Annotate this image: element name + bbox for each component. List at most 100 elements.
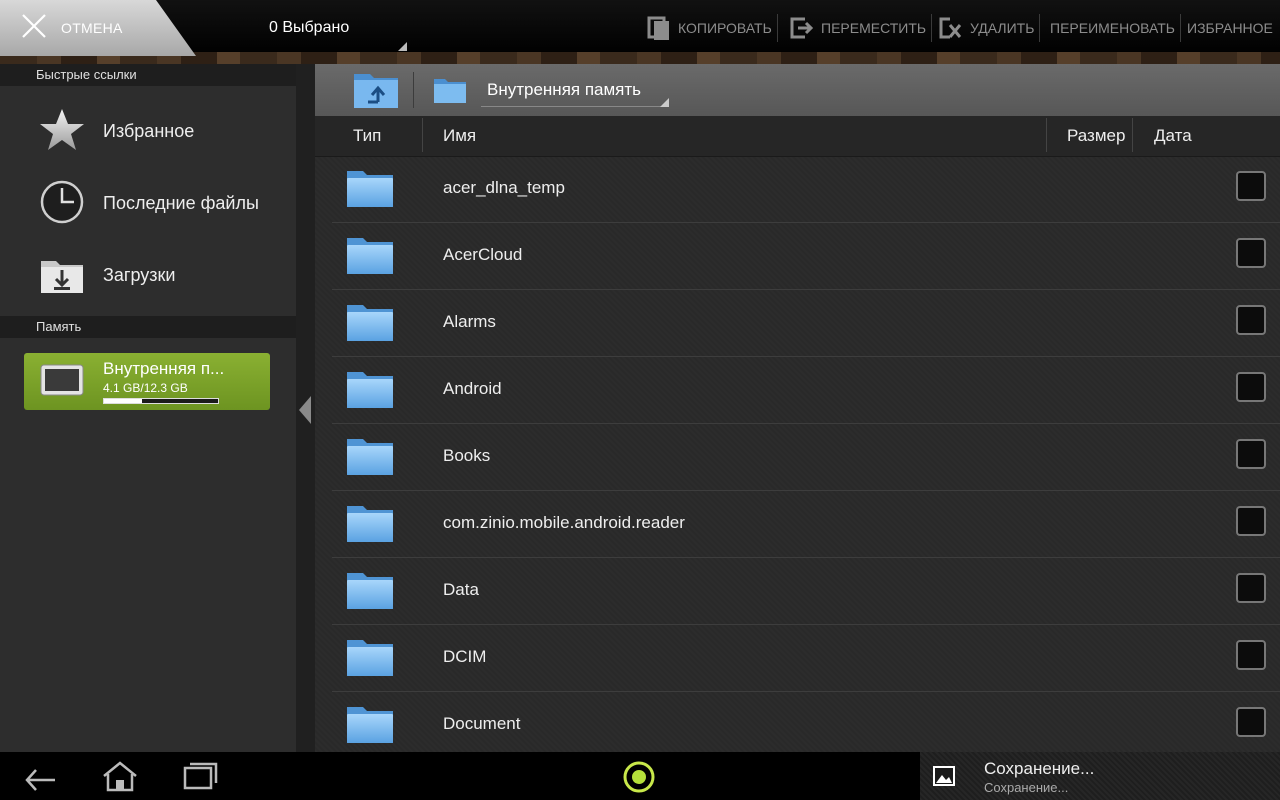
select-checkbox[interactable] <box>1236 305 1266 335</box>
sidebar-item-label: Загрузки <box>103 265 176 285</box>
select-checkbox[interactable] <box>1236 171 1266 201</box>
separator <box>422 118 423 152</box>
recent-apps-icon[interactable] <box>182 760 220 792</box>
table-row[interactable]: Books <box>332 424 1280 491</box>
back-icon[interactable] <box>22 760 58 792</box>
table-row[interactable]: Android <box>332 357 1280 424</box>
select-checkbox[interactable] <box>1236 372 1266 402</box>
file-name: Document <box>443 714 521 733</box>
delete-label: УДАЛИТЬ <box>970 20 1035 36</box>
table-row[interactable]: AcerCloud <box>332 223 1280 290</box>
move-button[interactable]: ПЕРЕМЕСТИТЬ <box>789 0 933 56</box>
current-path[interactable]: Внутренняя память <box>487 80 641 100</box>
path-underline <box>481 106 669 107</box>
folder-icon <box>347 640 393 676</box>
cancel-label: ОТМЕНА <box>61 20 123 36</box>
notification-subtitle: Сохранение... <box>984 780 1069 795</box>
file-name: Books <box>443 446 491 465</box>
select-checkbox[interactable] <box>1236 573 1266 603</box>
path-bar: Внутренняя память <box>315 64 1280 116</box>
file-name: DCIM <box>443 647 487 666</box>
column-name[interactable]: Имя <box>443 126 476 146</box>
sidebar-item-label: Последние файлы <box>103 193 259 213</box>
file-name: Data <box>443 580 479 599</box>
separator <box>1180 14 1181 42</box>
file-name: AcerCloud <box>443 245 523 264</box>
selected-count[interactable]: 0 Выбрано <box>269 19 349 37</box>
file-name: com.zinio.mobile.android.reader <box>443 513 685 532</box>
download-folder-icon <box>41 261 83 293</box>
storage-size: 4.1 GB/12.3 GB <box>103 381 188 395</box>
separator <box>776 14 778 42</box>
sidebar-item-downloads[interactable]: Загрузки <box>0 239 296 311</box>
memory-header: Память <box>0 316 296 338</box>
file-name: Android <box>443 379 502 398</box>
select-checkbox[interactable] <box>1236 707 1266 737</box>
cancel-button[interactable]: ОТМЕНА <box>0 0 196 56</box>
copy-label: КОПИРОВАТЬ <box>678 20 772 36</box>
close-icon <box>22 14 46 38</box>
clock-icon <box>40 180 84 224</box>
table-row[interactable]: Data <box>332 558 1280 625</box>
table-row[interactable]: acer_dlna_temp <box>332 156 1280 223</box>
column-size[interactable]: Размер <box>1067 126 1125 146</box>
delete-button[interactable]: УДАЛИТЬ <box>938 0 1041 56</box>
folder-icon <box>347 305 393 341</box>
sidebar: Быстрые ссылки Избранное Последние файлы… <box>0 64 296 752</box>
storage-internal[interactable]: Внутренняя п... 4.1 GB/12.3 GB <box>24 353 270 410</box>
select-checkbox[interactable] <box>1236 238 1266 268</box>
separator <box>1132 118 1133 152</box>
star-icon <box>40 109 84 150</box>
action-bar: ОТМЕНА 0 Выбрано КОПИРОВАТЬ ПЕРЕМЕСТИТЬ … <box>0 0 1280 64</box>
move-label: ПЕРЕМЕСТИТЬ <box>821 20 927 36</box>
up-folder-button[interactable] <box>352 70 400 110</box>
notification[interactable]: Сохранение... Сохранение... <box>920 752 1280 800</box>
separator <box>1039 14 1041 42</box>
folder-icon <box>434 79 466 103</box>
sidebar-item-recent-files[interactable]: Последние файлы <box>0 167 296 239</box>
table-row[interactable]: DCIM <box>332 625 1280 692</box>
table-row[interactable]: Document <box>332 692 1280 759</box>
folder-icon <box>347 372 393 408</box>
status-indicator-icon[interactable] <box>620 760 658 794</box>
folder-icon <box>347 439 393 475</box>
rename-button[interactable]: ПЕРЕИМЕНОВАТЬ <box>1050 0 1181 56</box>
select-checkbox[interactable] <box>1236 439 1266 469</box>
folder-icon <box>347 573 393 609</box>
select-checkbox[interactable] <box>1236 506 1266 536</box>
copy-button[interactable]: КОПИРОВАТЬ <box>646 0 778 56</box>
quick-links-header: Быстрые ссылки <box>0 64 296 86</box>
rename-label: ПЕРЕИМЕНОВАТЬ <box>1050 20 1175 36</box>
file-name: acer_dlna_temp <box>443 178 565 197</box>
move-icon <box>790 17 814 39</box>
sidebar-item-favorites[interactable]: Избранное <box>0 95 296 167</box>
table-row[interactable]: com.zinio.mobile.android.reader <box>332 491 1280 558</box>
column-date[interactable]: Дата <box>1154 126 1192 146</box>
storage-name: Внутренняя п... <box>103 359 225 378</box>
folder-icon <box>347 707 393 743</box>
storage-usage-fill <box>104 399 142 403</box>
folder-icon <box>347 238 393 274</box>
column-type[interactable]: Тип <box>353 126 381 146</box>
tablet-icon <box>40 364 84 396</box>
file-name: Alarms <box>443 312 496 331</box>
copy-icon <box>647 16 669 40</box>
favorite-button[interactable]: ИЗБРАННОЕ <box>1187 0 1273 56</box>
home-icon[interactable] <box>100 760 140 792</box>
folder-icon <box>347 171 393 207</box>
notification-title: Сохранение... <box>984 759 1095 778</box>
file-browser: Внутренняя память Тип Имя Размер Дата ac… <box>315 64 1280 759</box>
table-row[interactable]: Alarms <box>332 290 1280 357</box>
image-icon <box>933 766 955 786</box>
separator <box>1046 118 1047 152</box>
collapse-panel-icon[interactable] <box>299 396 311 424</box>
column-header: Тип Имя Размер Дата <box>315 116 1280 157</box>
sidebar-item-label: Избранное <box>103 121 195 141</box>
dropdown-corner-icon <box>660 98 669 107</box>
select-checkbox[interactable] <box>1236 640 1266 670</box>
separator <box>931 14 933 42</box>
folder-icon <box>347 506 393 542</box>
storage-usage-bar <box>103 398 219 404</box>
separator <box>413 72 414 108</box>
delete-icon <box>939 17 962 39</box>
